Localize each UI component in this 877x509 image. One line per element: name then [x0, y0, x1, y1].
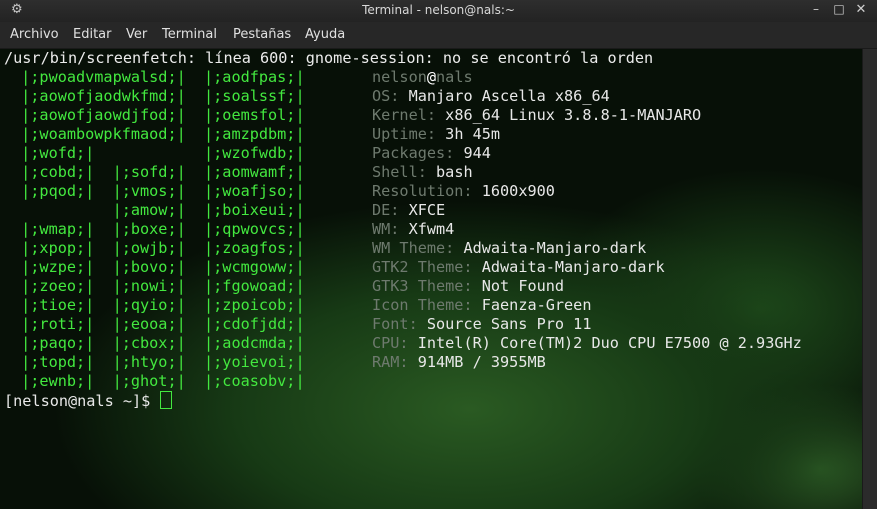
info-value: 3h 45m [445, 125, 501, 143]
logo-line: |;wofd;| |;wzofwdb;| [12, 144, 305, 162]
prompt-text: [nelson@nals ~]$ [4, 392, 160, 410]
info-key: GTK3 Theme: [372, 277, 473, 295]
menu-pestanas[interactable]: Pestañas [233, 27, 291, 42]
info-key: RAM: [372, 353, 409, 371]
info-key: CPU: [372, 334, 409, 352]
menu-ayuda[interactable]: Ayuda [305, 27, 345, 42]
info-value: Not Found [481, 277, 565, 295]
info-value: Source Sans Pro 11 [426, 315, 592, 333]
info-row: Icon Theme: Faenza-Green [372, 296, 591, 315]
info-key: Shell: [372, 163, 427, 181]
info-row: RAM: 914MB / 3955MB [372, 353, 546, 372]
prompt-line[interactable]: [nelson@nals ~]$ [4, 391, 173, 410]
info-key: Font: [372, 315, 418, 333]
info-key: OS: [372, 87, 400, 105]
info-key: Icon Theme: [372, 296, 473, 314]
info-row: CPU: Intel(R) Core(TM)2 Duo CPU E7500 @ … [372, 334, 802, 353]
info-value: Manjaro Ascella x86_64 [408, 87, 610, 105]
user-host: nelson@nals [372, 68, 473, 87]
info-row: OS: Manjaro Ascella x86_64 [372, 87, 610, 106]
info-row: Font: Source Sans Pro 11 [372, 315, 591, 334]
info-key: WM Theme: [372, 239, 455, 257]
hostname: nals [436, 68, 473, 86]
info-row: DE: XFCE [372, 201, 445, 220]
info-row: GTK2 Theme: Adwaita-Manjaro-dark [372, 258, 665, 277]
title-bar[interactable]: ⚙ Terminal - nelson@nals:~ – □ ✕ [0, 0, 877, 22]
logo-line: |;tioe;| |;qyio;| |;zpoicob;| [12, 296, 305, 314]
info-key: GTK2 Theme: [372, 258, 473, 276]
terminal-output[interactable]: /usr/bin/screenfetch: línea 600: gnome-s… [0, 49, 862, 509]
close-icon[interactable]: ✕ [853, 2, 869, 17]
logo-line: |;woambowpkfmaod;| |;amzpdbm;| [12, 125, 305, 143]
info-row: Packages: 944 [372, 144, 491, 163]
logo-line: |;wzpe;| |;bovo;| |;wcmgoww;| [12, 258, 305, 276]
info-row: Kernel: x86_64 Linux 3.8.8-1-MANJARO [372, 106, 701, 125]
info-key: Packages: [372, 144, 455, 162]
info-row: Resolution: 1600x900 [372, 182, 555, 201]
info-value: Adwaita-Manjaro-dark [481, 258, 665, 276]
info-value: XFCE [408, 201, 446, 219]
info-value: x86_64 Linux 3.8.8-1-MANJARO [445, 106, 702, 124]
error-line: /usr/bin/screenfetch: línea 600: gnome-s… [4, 49, 654, 67]
info-key: DE: [372, 201, 400, 219]
info-value: Intel(R) Core(TM)2 Duo CPU E7500 @ 2.93G… [417, 334, 802, 352]
info-value: 1600x900 [481, 182, 555, 200]
window-title: Terminal - nelson@nals:~ [362, 3, 515, 17]
info-value: 914MB / 3955MB [417, 353, 546, 371]
logo-line: |;zoeo;| |;nowi;| |;fgowoad;| [12, 277, 305, 295]
info-value: Adwaita-Manjaro-dark [463, 239, 647, 257]
info-row: WM Theme: Adwaita-Manjaro-dark [372, 239, 646, 258]
logo-line: |;cobd;| |;sofd;| |;aomwamf;| [12, 163, 305, 181]
minimize-icon[interactable]: – [808, 2, 824, 16]
username: nelson [372, 68, 427, 86]
info-value: 944 [463, 144, 491, 162]
logo-line: |;pqod;| |;vmos;| |;woafjso;| [12, 182, 305, 200]
logo-line: |;pwoadvmapwalsd;| |;aodfpas;| [12, 68, 305, 86]
logo-line: |;ewnb;| |;ghot;| |;coasobv;| [12, 372, 305, 390]
menu-editar[interactable]: Editar [73, 27, 112, 42]
menu-archivo[interactable]: Archivo [10, 27, 59, 42]
at-sign: @ [426, 68, 437, 86]
info-row: Uptime: 3h 45m [372, 125, 500, 144]
info-key: Kernel: [372, 106, 437, 124]
info-value: Xfwm4 [408, 220, 455, 238]
info-row: GTK3 Theme: Not Found [372, 277, 564, 296]
logo-line: |;roti;| |;eooa;| |;cdofjdd;| [12, 315, 305, 333]
text-cursor [160, 391, 173, 409]
logo-line: |;aowofjaodwkfmd;| |;soalssf;| [12, 87, 305, 105]
info-row: WM: Xfwm4 [372, 220, 454, 239]
maximize-icon[interactable]: □ [831, 2, 847, 16]
menu-ver[interactable]: Ver [126, 27, 147, 42]
info-value: bash [436, 163, 473, 181]
logo-line: |;amow;| |;boixeui;| [12, 201, 305, 219]
scrollbar[interactable] [862, 49, 877, 509]
terminal-window: ⚙ Terminal - nelson@nals:~ – □ ✕ Archivo… [0, 0, 877, 509]
logo-line: |;aowofjaowdjfod;| |;oemsfol;| [12, 106, 305, 124]
info-key: Resolution: [372, 182, 473, 200]
menu-terminal[interactable]: Terminal [162, 27, 217, 42]
menu-bar: Archivo Editar Ver Terminal Pestañas Ayu… [0, 22, 877, 49]
logo-line: |;paqo;| |;cbox;| |;aodcmda;| [12, 334, 305, 352]
info-value: Faenza-Green [481, 296, 592, 314]
logo-line: |;topd;| |;htyo;| |;yoievoi;| [12, 353, 305, 371]
info-key: Uptime: [372, 125, 437, 143]
info-row: Shell: bash [372, 163, 473, 182]
info-key: WM: [372, 220, 400, 238]
logo-line: |;wmap;| |;boxe;| |;qpwovcs;| [12, 220, 305, 238]
logo-line: |;xpop;| |;owjb;| |;zoagfos;| [12, 239, 305, 257]
